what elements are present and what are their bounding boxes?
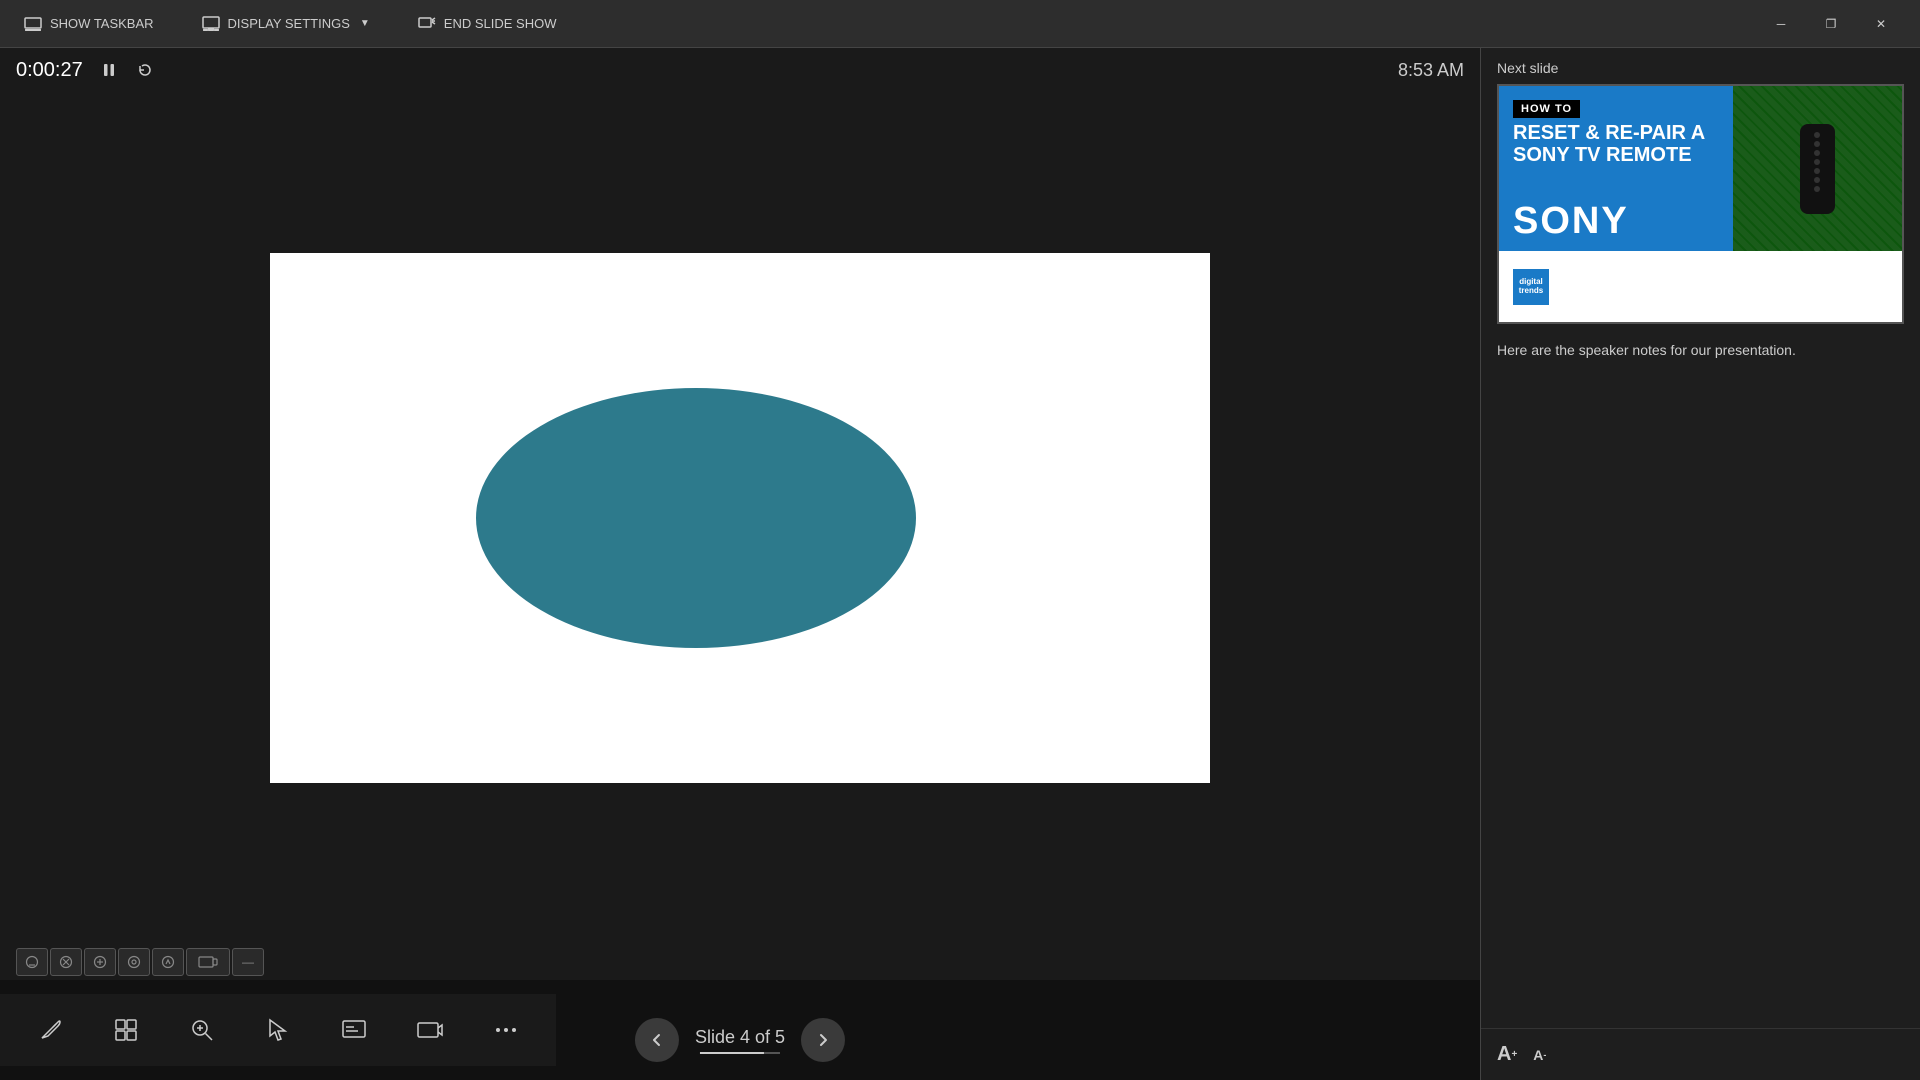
slide-area: 0:00:27 8:53 bbox=[0, 48, 1480, 1080]
remote-dot bbox=[1814, 150, 1820, 156]
slide-navigation: Slide 4 of 5 bbox=[635, 1018, 845, 1062]
remote-dots bbox=[1814, 132, 1820, 192]
thumbnail-sony-text: SONY bbox=[1513, 200, 1735, 243]
annotation-icon-5[interactable] bbox=[152, 948, 184, 976]
pause-button[interactable] bbox=[95, 56, 123, 84]
top-toolbar: SHOW TASKBAR DISPLAY SETTINGS ▼ END SLID… bbox=[0, 0, 1920, 48]
slide-counter-text: Slide 4 of 5 bbox=[695, 1027, 785, 1048]
elapsed-time: 0:00:27 bbox=[16, 59, 83, 82]
window-controls: ─ ❐ ✕ bbox=[1758, 8, 1904, 40]
slide-oval-shape bbox=[476, 388, 916, 648]
zoom-button[interactable] bbox=[176, 1004, 228, 1056]
annotation-icon-6[interactable] bbox=[186, 948, 230, 976]
grid-view-button[interactable] bbox=[100, 1004, 152, 1056]
pen-tool-button[interactable] bbox=[24, 1004, 76, 1056]
thumbnail-green-box bbox=[1733, 86, 1902, 251]
slide-progress-fill bbox=[700, 1052, 764, 1054]
remote-shape bbox=[1800, 124, 1835, 214]
current-time: 8:53 AM bbox=[1398, 60, 1464, 81]
close-button[interactable]: ✕ bbox=[1858, 8, 1904, 40]
how-to-badge: HOW TO bbox=[1513, 100, 1580, 118]
timer-bar: 0:00:27 8:53 bbox=[0, 48, 1480, 92]
display-settings-icon bbox=[202, 15, 220, 33]
font-decrease-icon: A bbox=[1533, 1047, 1543, 1063]
annotation-icon-7[interactable]: — bbox=[232, 948, 264, 976]
slide-progress-bar bbox=[700, 1052, 780, 1054]
right-panel: Next slide HOW TO RESET & RE-PAIR A SONY… bbox=[1480, 48, 1920, 1080]
thumbnail-title: RESET & RE-PAIR A SONY TV REMOTE bbox=[1513, 122, 1735, 166]
timer-controls bbox=[95, 56, 159, 84]
increase-font-button[interactable]: A + bbox=[1497, 1043, 1517, 1066]
remote-dot bbox=[1814, 186, 1820, 192]
bottom-toolbar bbox=[0, 994, 556, 1066]
thumbnail-top-area: HOW TO RESET & RE-PAIR A SONY TV REMOTE … bbox=[1499, 86, 1902, 251]
annotation-icon-4[interactable] bbox=[118, 948, 150, 976]
bottom-section: Slide 4 of 5 bbox=[0, 980, 1480, 1080]
timer-left: 0:00:27 bbox=[16, 56, 159, 84]
display-settings-button[interactable]: DISPLAY SETTINGS ▼ bbox=[194, 11, 378, 37]
reset-timer-button[interactable] bbox=[131, 56, 159, 84]
restore-button[interactable]: ❐ bbox=[1808, 8, 1854, 40]
green-overlay bbox=[1733, 86, 1902, 251]
more-tools-button[interactable] bbox=[480, 1004, 532, 1056]
pointer-tool-button[interactable] bbox=[252, 1004, 304, 1056]
next-slide-thumbnail: HOW TO RESET & RE-PAIR A SONY TV REMOTE … bbox=[1499, 86, 1902, 322]
slide-canvas-wrapper[interactable] bbox=[0, 92, 1480, 944]
camera-button[interactable] bbox=[404, 1004, 456, 1056]
font-increase-icon: A bbox=[1497, 1043, 1511, 1066]
annotation-icon-2[interactable] bbox=[50, 948, 82, 976]
remote-dot bbox=[1814, 159, 1820, 165]
taskbar-icon bbox=[24, 15, 42, 33]
remote-dot bbox=[1814, 132, 1820, 138]
show-taskbar-button[interactable]: SHOW TASKBAR bbox=[16, 11, 162, 37]
minimize-button[interactable]: ─ bbox=[1758, 8, 1804, 40]
slide-counter: Slide 4 of 5 bbox=[695, 1027, 785, 1054]
display-settings-dropdown-icon: ▼ bbox=[360, 18, 370, 29]
display-settings-label: DISPLAY SETTINGS bbox=[228, 16, 350, 31]
main-area: 0:00:27 8:53 bbox=[0, 48, 1920, 1080]
digital-trends-logo: digitaltrends bbox=[1513, 269, 1549, 305]
show-taskbar-label: SHOW TASKBAR bbox=[50, 16, 154, 31]
end-slide-show-label: END SLIDE SHOW bbox=[444, 16, 557, 31]
slide-canvas bbox=[270, 253, 1210, 783]
annotation-icon-1[interactable] bbox=[16, 948, 48, 976]
speaker-notes: Here are the speaker notes for our prese… bbox=[1481, 324, 1920, 1028]
end-slideshow-icon bbox=[418, 15, 436, 33]
end-slide-show-button[interactable]: END SLIDE SHOW bbox=[410, 11, 565, 37]
subtitles-button[interactable] bbox=[328, 1004, 380, 1056]
next-slide-label: Next slide bbox=[1481, 48, 1920, 84]
next-slide-preview[interactable]: HOW TO RESET & RE-PAIR A SONY TV REMOTE … bbox=[1497, 84, 1904, 324]
remote-dot bbox=[1814, 177, 1820, 183]
annotation-icon-3[interactable] bbox=[84, 948, 116, 976]
next-slide-button[interactable] bbox=[801, 1018, 845, 1062]
thumbnail-bottom-area: digitaltrends bbox=[1499, 251, 1902, 322]
previous-slide-button[interactable] bbox=[635, 1018, 679, 1062]
remote-dot bbox=[1814, 168, 1820, 174]
remote-dot bbox=[1814, 141, 1820, 147]
decrease-font-button[interactable]: A - bbox=[1533, 1047, 1546, 1063]
font-size-controls: A + A - bbox=[1481, 1028, 1920, 1080]
slide-icons-bar: — bbox=[0, 944, 1480, 980]
